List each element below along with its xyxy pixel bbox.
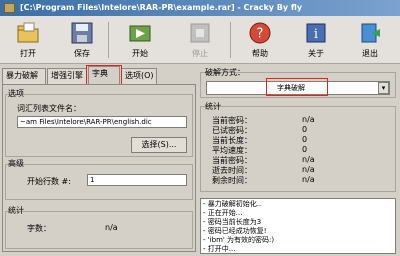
exit-label: 退出 — [362, 49, 378, 58]
stat-value: n/a — [302, 175, 315, 184]
log-line: - 'ibm' 为有效的密码:) — [203, 236, 275, 244]
start-icon — [129, 25, 151, 42]
toolbar-separator — [108, 22, 109, 58]
about-info-icon: i — [306, 23, 326, 43]
tab-options[interactable]: 选项(O) — [121, 68, 157, 84]
dropdown-arrow-icon[interactable]: ▾ — [378, 82, 389, 94]
start-line-input[interactable]: 1 — [87, 174, 187, 186]
advanced-group-title: 高级 — [8, 159, 24, 168]
tab-enhanced-engine[interactable]: 增强引擎 — [47, 68, 87, 84]
left-stats-group-title: 统计 — [8, 206, 24, 215]
stat-value: 0 — [302, 125, 308, 134]
tab-brute-force[interactable]: 暴力破解 — [2, 68, 46, 84]
wordlist-label: 词汇列表文件名： — [17, 104, 81, 113]
stat-value: n/a — [302, 155, 315, 164]
stat-value: n/a — [302, 165, 315, 174]
stop-icon — [190, 23, 210, 43]
svg-text:?: ? — [257, 27, 264, 42]
exit-button[interactable]: 退出 — [346, 18, 394, 62]
right-stats-title: 统计 — [205, 102, 221, 111]
open-folder-icon — [17, 22, 39, 43]
log-line: - 密码已经成功恢复! — [203, 227, 267, 235]
open-label: 打开 — [20, 49, 36, 58]
options-group-title: 选项 — [8, 89, 24, 98]
save-floppy-icon — [71, 22, 93, 44]
tab-highlight-box — [86, 65, 122, 85]
stat-value: n/a — [302, 115, 315, 124]
select-file-button[interactable]: 选择(S)... — [131, 137, 187, 153]
toolbar: 打开 保存 开始 停止 ? 帮助 i 关于 退出 — [0, 16, 400, 64]
stat-value: 0 — [302, 135, 308, 144]
svg-text:i: i — [314, 27, 318, 42]
stats-list: 当前密码： n/a 已试密码： 0 当前长度： 0 平均速度： 0 当前密码： … — [212, 115, 392, 191]
log-line: - 暴力破解初始化.. — [203, 200, 262, 208]
start-button[interactable]: 开始 — [116, 18, 164, 62]
stop-button[interactable]: 停止 — [176, 18, 224, 62]
help-button[interactable]: ? 帮助 — [236, 18, 284, 62]
wordlist-path-field[interactable]: ~am Files\Intelore\RAR-PR\english.dic — [17, 116, 187, 128]
start-label: 开始 — [132, 49, 148, 58]
stat-value: 0 — [302, 145, 308, 154]
title-bar: [C:\Program Files\Intelore\RAR-PR\exampl… — [0, 0, 400, 16]
crack-mode-title: 破解方式： — [205, 68, 245, 77]
open-button[interactable]: 打开 — [4, 18, 52, 62]
toolbar-separator — [230, 22, 231, 58]
help-icon: ? — [249, 22, 271, 44]
exit-door-icon — [361, 23, 380, 43]
stat-label: 剩余时间： — [212, 176, 252, 185]
crack-mode-highlight-box — [266, 78, 328, 96]
save-label: 保存 — [74, 49, 90, 58]
word-count-value: n/a — [105, 223, 118, 232]
app-icon — [4, 3, 15, 13]
stat-row: 剩余时间： n/a — [212, 175, 392, 186]
about-button[interactable]: i 关于 — [292, 18, 340, 62]
dictionary-panel: 选项 词汇列表文件名： ~am Files\Intelore\RAR-PR\en… — [2, 84, 196, 252]
log-panel[interactable]: - 暴力破解初始化.. - 正在开始... - 密码当前长度为3 - 密码已经成… — [200, 198, 396, 254]
start-line-label: 开始行数 #: — [27, 177, 71, 186]
about-label: 关于 — [308, 49, 324, 58]
save-button[interactable]: 保存 — [58, 18, 106, 62]
word-count-label: 字数： — [27, 224, 51, 233]
log-line: - 正在开始... — [203, 209, 243, 217]
window-title: [C:\Program Files\Intelore\RAR-PR\exampl… — [20, 3, 303, 12]
stop-label: 停止 — [192, 49, 208, 58]
log-line: - 打开中... — [203, 245, 236, 253]
help-label: 帮助 — [252, 49, 268, 58]
log-line: - 密码当前长度为3 — [203, 218, 262, 226]
